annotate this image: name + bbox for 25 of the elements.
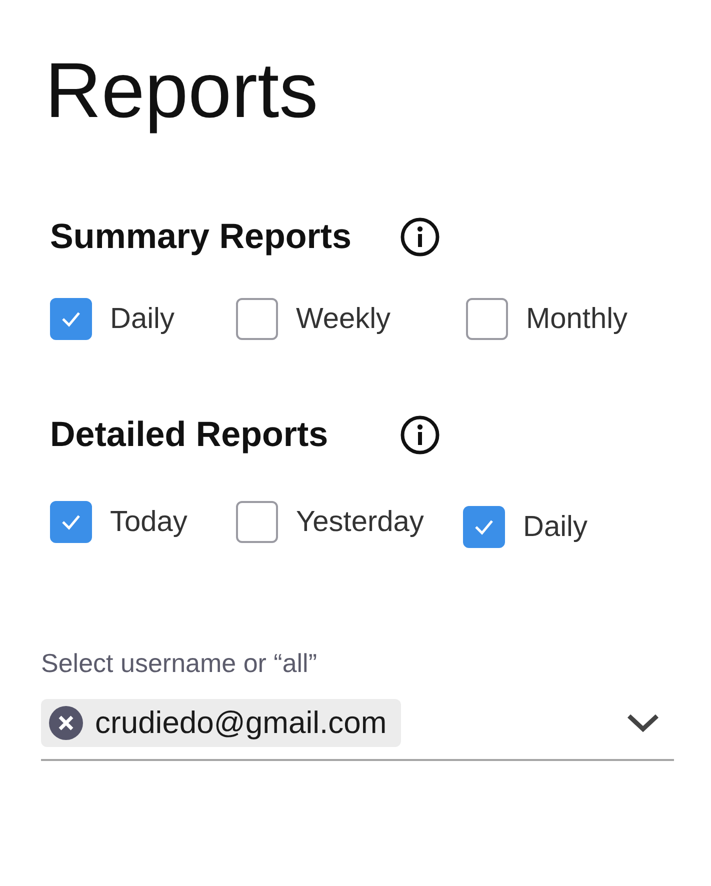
chevron-down-icon[interactable] bbox=[626, 712, 660, 734]
checkbox-label: Yesterday bbox=[296, 506, 424, 538]
remove-icon[interactable] bbox=[49, 706, 83, 740]
checkbox-label: Today bbox=[110, 506, 188, 538]
user-chip[interactable]: crudiedo@gmail.com bbox=[41, 699, 401, 747]
section-heading: Summary Reports bbox=[50, 217, 352, 257]
info-icon[interactable] bbox=[400, 217, 440, 257]
check-icon bbox=[60, 513, 82, 531]
checkbox-label: Daily bbox=[110, 302, 174, 336]
check-icon bbox=[473, 518, 495, 536]
section-heading: Detailed Reports bbox=[50, 415, 330, 455]
checkbox[interactable] bbox=[463, 506, 505, 548]
checkbox[interactable] bbox=[236, 298, 278, 340]
info-icon[interactable] bbox=[400, 415, 440, 455]
checkbox-label: Weekly bbox=[296, 302, 391, 336]
checkbox[interactable] bbox=[50, 501, 92, 543]
page-title: Reports bbox=[45, 45, 318, 136]
checkbox[interactable] bbox=[236, 501, 278, 543]
checkbox[interactable] bbox=[466, 298, 508, 340]
check-icon bbox=[60, 310, 82, 328]
field-label: Select username or “all” bbox=[41, 648, 317, 679]
checkbox[interactable] bbox=[50, 298, 92, 340]
username-select[interactable]: crudiedo@gmail.com bbox=[41, 679, 674, 761]
checkbox-label: Daily bbox=[523, 510, 588, 544]
checkbox-label: Monthly bbox=[526, 302, 628, 336]
